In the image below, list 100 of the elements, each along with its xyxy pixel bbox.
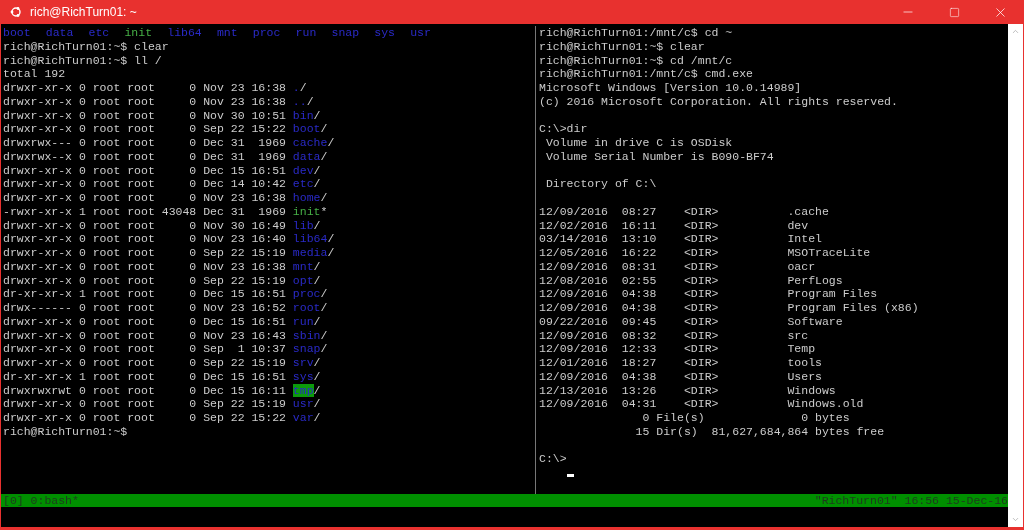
file-suffix: / xyxy=(313,314,321,329)
shell-prompt: rich@RichTurn01:~$ xyxy=(3,424,129,439)
text-cursor xyxy=(567,473,574,477)
terminal-line: rich@RichTurn01:~$ cd /mnt/c xyxy=(539,53,734,68)
terminal-line: 12/08/2016 02:55 <DIR> PerfLogs xyxy=(539,273,844,288)
file-name: bin xyxy=(292,108,314,123)
file-suffix: / xyxy=(327,246,335,260)
terminal-line: rich@RichTurn01:~$ clear xyxy=(539,39,706,54)
terminal-line: rich@RichTurn01:~$ ll / xyxy=(3,53,163,68)
file-name: srv xyxy=(292,356,314,370)
file-info: drwxr-xr-x 0 root root 0 Sep 22 15:19 xyxy=(3,356,287,370)
file-name: .. xyxy=(292,94,307,109)
file-info: drwxr-xr-x 0 root root 0 Sep 1 10:37 xyxy=(3,342,287,356)
file-info: drwxr-xr-x 0 root root 0 Sep 22 15:22 xyxy=(3,122,287,136)
file-name: opt xyxy=(292,273,314,288)
file-info: drwxrwx--x 0 root root 0 Dec 31 1969 xyxy=(3,149,287,164)
file-info: drwxr-xr-x 0 root root 0 Nov 23 16:40 xyxy=(3,232,287,246)
terminal-line: rich@RichTurn01:/mnt/c$ cd ~ xyxy=(539,26,734,40)
terminal-line: Microsoft Windows [Version 10.0.14989] xyxy=(539,81,803,95)
file-suffix: / xyxy=(320,287,328,301)
file-name: mnt xyxy=(292,259,314,274)
terminal-line: C:\> xyxy=(539,452,568,466)
listing-entry: lib64 xyxy=(167,26,202,40)
file-name: proc xyxy=(292,287,321,301)
file-suffix: / xyxy=(313,273,321,288)
status-host-time: "RichTurn01" 16:56 15-Dec-16 xyxy=(814,494,1008,507)
file-info: drwxr-xr-x 0 root root 0 Dec 14 10:42 xyxy=(3,177,287,191)
listing-entry: etc xyxy=(88,26,110,40)
file-suffix: / xyxy=(313,369,321,384)
file-suffix: / xyxy=(320,328,328,343)
scroll-up-icon[interactable] xyxy=(1011,27,1020,36)
file-info: drwxrwxrwt 0 root root 0 Dec 15 16:11 xyxy=(3,383,287,398)
file-suffix: / xyxy=(313,108,321,123)
file-suffix: / xyxy=(313,218,321,233)
terminal-line: 12/13/2016 13:26 <DIR> Windows xyxy=(539,383,837,398)
status-session: [0] 0:bash* xyxy=(2,494,79,507)
terminal-line: 03/14/2016 13:10 <DIR> Intel xyxy=(539,232,823,246)
file-suffix: / xyxy=(327,136,335,150)
listing-entry: snap xyxy=(331,26,360,40)
file-name: . xyxy=(292,81,300,95)
scroll-down-icon[interactable] xyxy=(1011,515,1020,524)
file-suffix: / xyxy=(320,122,328,136)
terminal-line: 12/09/2016 08:27 <DIR> .cache xyxy=(539,204,830,219)
file-name: media xyxy=(292,246,328,260)
terminal-line: 12/05/2016 16:22 <DIR> MSOTraceLite xyxy=(539,246,872,260)
terminal-line: 12/09/2016 04:38 <DIR> Program Files xyxy=(539,287,879,301)
terminal-line: total 192 xyxy=(3,67,67,81)
terminal-line: Volume Serial Number is B090-BF74 xyxy=(544,149,775,164)
file-suffix: / xyxy=(313,177,321,191)
file-suffix: / xyxy=(306,94,314,109)
file-suffix: / xyxy=(320,342,328,356)
file-info: drwxr-xr-x 0 root root 0 Nov 23 16:38 xyxy=(3,94,287,109)
file-info: drwxr-xr-x 0 root root 0 Dec 15 16:51 xyxy=(3,314,287,329)
file-suffix: / xyxy=(320,301,328,315)
window-title: rich@RichTurn01: ~ xyxy=(30,4,137,21)
file-info: drwxr-xr-x 0 root root 0 Nov 23 16:43 xyxy=(3,328,287,343)
terminal-line: Directory of C:\ xyxy=(544,177,658,191)
terminal-line: Volume in drive C is OSDisk xyxy=(544,136,734,150)
file-name: dev xyxy=(292,163,314,178)
file-info: drwxr-xr-x 0 root root 0 Nov 23 16:38 xyxy=(3,259,287,274)
terminal-line: (c) 2016 Microsoft Corporation. All rights reserved. xyxy=(539,94,899,109)
terminal-line: 12/01/2016 18:27 <DIR> tools xyxy=(539,356,823,370)
terminal-line: 09/22/2016 09:45 <DIR> Software xyxy=(539,314,844,329)
file-name: sbin xyxy=(292,328,321,343)
file-info: drwxr-xr-x 0 root root 0 Sep 22 15:19 xyxy=(3,273,287,288)
terminal-line: 12/09/2016 08:32 <DIR> src xyxy=(539,328,810,343)
file-info: drwxr-xr-x 0 root root 0 Dec 15 16:51 xyxy=(3,163,287,178)
file-info: drwxr-xr-x 0 root root 0 Nov 30 10:51 xyxy=(3,108,287,123)
file-suffix: * xyxy=(320,204,328,219)
file-suffix: / xyxy=(313,259,321,274)
terminal-line: rich@RichTurn01:~$ clear xyxy=(3,39,170,54)
file-suffix: / xyxy=(313,383,321,398)
maximize-icon xyxy=(948,6,960,18)
terminal-line: C:\>dir xyxy=(539,122,589,136)
file-name: cache xyxy=(292,136,328,150)
file-name: init xyxy=(292,204,321,219)
file-info: drwxr-xr-x 0 root root 0 Nov 23 16:38 xyxy=(3,191,287,205)
file-name: sys xyxy=(292,369,314,384)
file-suffix: / xyxy=(320,191,328,205)
terminal-line: 12/09/2016 08:31 <DIR> oacr xyxy=(539,259,817,274)
file-suffix: / xyxy=(327,232,335,246)
file-info: drwxr-xr-x 0 root root 0 Nov 30 16:49 xyxy=(3,218,287,233)
listing-entry: data xyxy=(45,26,74,40)
file-name: etc xyxy=(292,177,314,191)
file-info: -rwxr-xr-x 1 root root 43048 Dec 31 1969 xyxy=(3,204,287,219)
file-suffix: / xyxy=(313,411,321,425)
file-name: run xyxy=(292,314,314,329)
terminal-line: 12/09/2016 04:38 <DIR> Program Files (x86) xyxy=(539,301,920,315)
scrollbar[interactable] xyxy=(1008,24,1023,527)
terminal-line: 12/09/2016 12:33 <DIR> Temp xyxy=(539,342,817,356)
terminal-line: 12/09/2016 04:38 <DIR> Users xyxy=(539,369,823,384)
file-info: drwxrwx--- 0 root root 0 Dec 31 1969 xyxy=(3,136,287,150)
terminal-line: 12/02/2016 16:11 <DIR> dev xyxy=(539,218,810,233)
listing-entry: mnt xyxy=(216,26,238,40)
file-name: lib64 xyxy=(292,232,328,246)
file-info: drwxr-xr-x 0 root root 0 Sep 22 15:19 xyxy=(3,246,287,260)
file-name: root xyxy=(292,301,321,315)
file-suffix: / xyxy=(313,356,321,370)
listing-entry: sys xyxy=(374,26,395,40)
file-name: var xyxy=(292,411,314,425)
